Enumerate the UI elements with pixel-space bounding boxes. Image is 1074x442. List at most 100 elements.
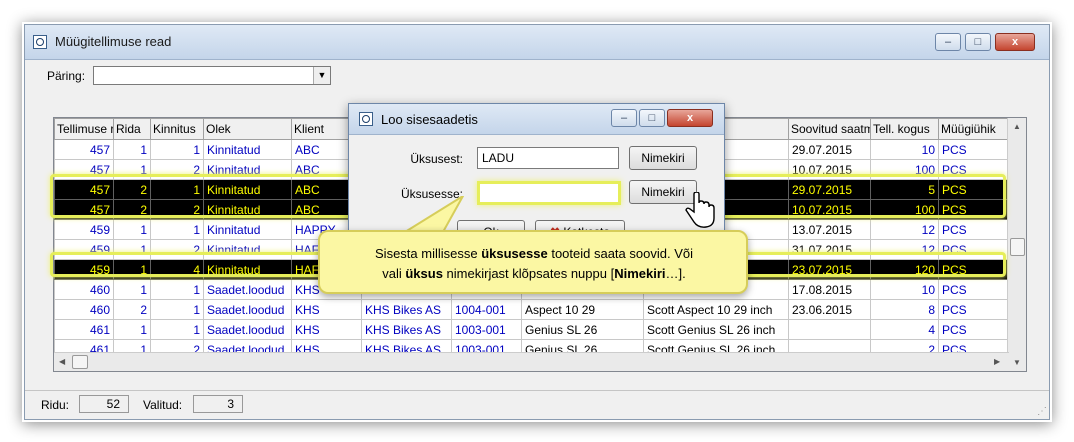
table-cell[interactable]: 460 <box>54 279 114 300</box>
scroll-right-icon[interactable]: ▶ <box>994 357 1000 366</box>
table-cell[interactable]: 457 <box>54 199 114 220</box>
table-cell[interactable]: 12 <box>870 219 939 240</box>
table-cell[interactable]: Kinnitatud <box>203 139 292 160</box>
table-cell[interactable]: PCS <box>938 319 1010 340</box>
table-cell[interactable]: 4 <box>150 259 204 280</box>
table-cell[interactable]: Kinnitatud <box>203 239 292 260</box>
table-cell[interactable]: 2 <box>113 179 151 200</box>
table-cell[interactable]: 29.07.2015 <box>788 179 871 200</box>
col-header[interactable]: Rida <box>113 118 151 140</box>
col-header[interactable]: Tell. kogus <box>870 118 939 140</box>
table-cell[interactable]: Kinnitatud <box>203 179 292 200</box>
table-cell[interactable]: 2 <box>113 299 151 320</box>
table-cell[interactable]: 457 <box>54 139 114 160</box>
table-cell[interactable]: 1 <box>113 279 151 300</box>
table-cell[interactable]: 10.07.2015 <box>788 159 871 180</box>
table-cell[interactable]: PCS <box>938 239 1010 260</box>
scroll-down-icon[interactable]: ▼ <box>1013 358 1021 367</box>
table-cell[interactable]: PCS <box>938 259 1010 280</box>
table-cell[interactable]: 29.07.2015 <box>788 139 871 160</box>
col-header[interactable]: Kinnitus <box>150 118 204 140</box>
col-header[interactable]: Olek <box>203 118 292 140</box>
from-unit-input[interactable]: LADU <box>477 147 619 169</box>
table-cell[interactable]: 461 <box>54 319 114 340</box>
table-cell[interactable]: 1 <box>150 299 204 320</box>
table-cell[interactable]: PCS <box>938 199 1010 220</box>
horizontal-scroll-thumb[interactable] <box>72 355 88 369</box>
table-cell[interactable]: 1 <box>113 259 151 280</box>
table-cell[interactable]: 2 <box>150 199 204 220</box>
scroll-left-icon[interactable]: ◀ <box>59 357 65 366</box>
table-cell[interactable]: 4 <box>870 319 939 340</box>
table-cell[interactable]: 1003-001 <box>451 319 522 340</box>
table-cell[interactable]: 100 <box>870 159 939 180</box>
horizontal-scrollbar[interactable]: ◀ ▶ <box>54 352 1009 371</box>
table-row[interactable]: 461 1 1 Saadet.loodud KHS KHS Bikes AS 1003-00… <box>54 319 1010 340</box>
to-unit-input[interactable] <box>477 181 621 205</box>
vertical-scroll-thumb[interactable] <box>1010 238 1025 256</box>
table-cell[interactable]: 10.07.2015 <box>788 199 871 220</box>
table-cell[interactable]: PCS <box>938 159 1010 180</box>
table-cell[interactable]: 1 <box>113 319 151 340</box>
table-cell[interactable]: Genius SL 26 <box>521 319 644 340</box>
table-cell[interactable]: Kinnitatud <box>203 219 292 240</box>
table-cell[interactable]: 10 <box>870 279 939 300</box>
col-header[interactable]: Soovitud saatm <box>788 118 871 140</box>
table-cell[interactable]: Kinnitatud <box>203 199 292 220</box>
table-cell[interactable]: 23.06.2015 <box>788 299 871 320</box>
dialog-titlebar[interactable]: Loo sisesaadetis – □ x <box>349 104 724 135</box>
table-cell[interactable]: Scott Genius SL 26 inch <box>643 319 789 340</box>
table-cell[interactable]: 31.07.2015 <box>788 239 871 260</box>
dialog-close-button[interactable]: x <box>667 109 713 127</box>
table-cell[interactable]: Aspect 10 29 <box>521 299 644 320</box>
maximize-button[interactable]: □ <box>965 33 991 51</box>
table-row[interactable]: 460 2 1 Saadet.loodud KHS KHS Bikes AS 1004-00… <box>54 299 1010 320</box>
window-titlebar[interactable]: Müügitellimuse read – □ x <box>25 25 1049 60</box>
table-cell[interactable]: 13.07.2015 <box>788 219 871 240</box>
table-cell[interactable]: 1004-001 <box>451 299 522 320</box>
resize-grip-icon[interactable]: ⋰ <box>1037 406 1047 417</box>
table-cell[interactable]: 1 <box>113 219 151 240</box>
table-cell[interactable]: 1 <box>150 279 204 300</box>
table-cell[interactable]: 1 <box>150 219 204 240</box>
query-select[interactable]: ▼ <box>93 66 331 85</box>
dialog-maximize-button[interactable]: □ <box>639 109 665 127</box>
table-cell[interactable]: KHS Bikes AS <box>361 319 452 340</box>
table-cell[interactable] <box>788 319 871 340</box>
table-cell[interactable]: 1 <box>150 179 204 200</box>
table-cell[interactable]: PCS <box>938 179 1010 200</box>
from-list-button[interactable]: Nimekiri <box>629 146 697 170</box>
table-cell[interactable]: 1 <box>113 139 151 160</box>
table-cell[interactable]: 1 <box>113 159 151 180</box>
minimize-button[interactable]: – <box>935 33 961 51</box>
table-cell[interactable]: PCS <box>938 219 1010 240</box>
table-cell[interactable]: Scott Aspect 10 29 inch <box>643 299 789 320</box>
table-cell[interactable]: 2 <box>150 159 204 180</box>
table-cell[interactable]: PCS <box>938 299 1010 320</box>
table-cell[interactable]: 459 <box>54 259 114 280</box>
table-cell[interactable]: Kinnitatud <box>203 159 292 180</box>
table-cell[interactable]: 17.08.2015 <box>788 279 871 300</box>
table-cell[interactable]: 2 <box>150 239 204 260</box>
table-cell[interactable]: KHS <box>291 319 362 340</box>
table-cell[interactable]: 460 <box>54 299 114 320</box>
table-cell[interactable]: 8 <box>870 299 939 320</box>
table-cell[interactable]: Kinnitatud <box>203 259 292 280</box>
table-cell[interactable]: Saadet.loodud <box>203 279 292 300</box>
table-cell[interactable]: 100 <box>870 199 939 220</box>
dialog-minimize-button[interactable]: – <box>611 109 637 127</box>
table-cell[interactable]: KHS <box>291 299 362 320</box>
table-cell[interactable]: 5 <box>870 179 939 200</box>
scroll-up-icon[interactable]: ▲ <box>1013 122 1021 131</box>
table-cell[interactable]: 1 <box>113 239 151 260</box>
table-cell[interactable]: 457 <box>54 179 114 200</box>
chevron-down-icon[interactable]: ▼ <box>313 67 330 84</box>
table-cell[interactable]: 1 <box>150 139 204 160</box>
table-cell[interactable]: 457 <box>54 159 114 180</box>
close-button[interactable]: x <box>995 33 1035 51</box>
col-header[interactable]: Müügiühik <box>938 118 1010 140</box>
table-cell[interactable]: 10 <box>870 139 939 160</box>
table-cell[interactable]: 120 <box>870 259 939 280</box>
table-cell[interactable]: 12 <box>870 239 939 260</box>
vertical-scrollbar[interactable]: ▲ ▼ <box>1007 118 1026 371</box>
